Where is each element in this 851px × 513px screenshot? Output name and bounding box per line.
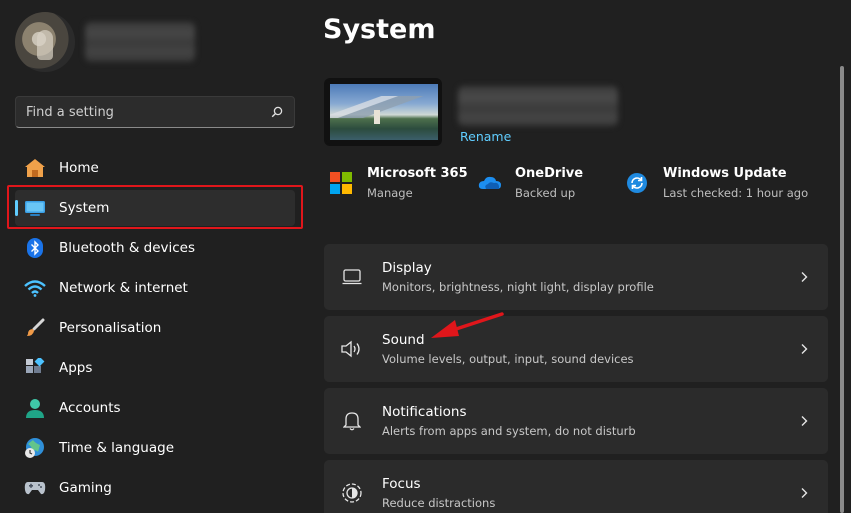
settings-card-notifications[interactable]: Notifications Alerts from apps and syste…: [324, 388, 828, 454]
sidebar-item-system[interactable]: System: [15, 190, 295, 226]
globe-clock-icon: [24, 437, 46, 459]
quick-link-windows-update[interactable]: Windows Update Last checked: 1 hour ago: [626, 166, 808, 200]
bell-icon: [341, 410, 363, 432]
quick-link-title: OneDrive: [515, 166, 584, 181]
card-subtitle: Monitors, brightness, night light, displ…: [382, 280, 654, 294]
sidebar-item-label: Network & internet: [59, 280, 188, 296]
search-icon[interactable]: [270, 105, 284, 119]
settings-card-display[interactable]: Display Monitors, brightness, night ligh…: [324, 244, 828, 310]
quick-link-subtitle: Manage: [367, 186, 413, 200]
apps-icon: [24, 357, 46, 379]
sidebar-item-time-language[interactable]: Time & language: [15, 430, 295, 466]
account-name-redacted: [85, 22, 195, 62]
chevron-right-icon: [801, 488, 808, 498]
quick-link-onedrive[interactable]: OneDrive Backed up: [478, 166, 583, 200]
sidebar-item-label: Bluetooth & devices: [59, 240, 196, 256]
sidebar-item-bluetooth[interactable]: Bluetooth & devices: [15, 230, 295, 266]
settings-card-sound[interactable]: Sound Volume levels, output, input, soun…: [324, 316, 828, 382]
main-content: System Rename Microsoft 365 Manage OneDr…: [310, 0, 851, 513]
chevron-right-icon: [801, 272, 808, 282]
quick-link-microsoft-365[interactable]: Microsoft 365 Manage: [330, 166, 468, 200]
avatar[interactable]: [15, 12, 75, 72]
microsoft-365-icon: [330, 172, 354, 196]
search-input[interactable]: [26, 104, 270, 120]
paintbrush-icon: [24, 317, 46, 339]
card-title: Display: [382, 260, 432, 276]
rename-link[interactable]: Rename: [460, 129, 511, 144]
quick-link-subtitle: Last checked: 1 hour ago: [663, 186, 809, 200]
card-title: Sound: [382, 332, 425, 348]
quick-link-title: Windows Update: [663, 166, 787, 181]
card-title: Notifications: [382, 404, 467, 420]
search-box[interactable]: [15, 96, 295, 128]
sidebar-item-label: Personalisation: [59, 320, 162, 336]
quick-link-subtitle: Backed up: [515, 186, 576, 200]
sidebar-item-label: System: [59, 200, 110, 216]
focus-icon: [341, 482, 363, 504]
card-subtitle: Volume levels, output, input, sound devi…: [382, 352, 634, 366]
gamepad-icon: [24, 477, 46, 499]
device-name-redacted: [458, 86, 618, 126]
annotation-arrow-icon: [431, 312, 504, 338]
bluetooth-icon: [24, 237, 46, 259]
sidebar-item-label: Gaming: [59, 480, 112, 496]
quick-link-title: Microsoft 365: [367, 166, 468, 181]
monitor-icon: [24, 197, 46, 219]
card-title: Focus: [382, 476, 421, 492]
sidebar: Home System Bluetooth & devices Network …: [0, 0, 310, 513]
display-icon: [341, 266, 363, 288]
sidebar-item-home[interactable]: Home: [15, 150, 295, 186]
sidebar-item-network[interactable]: Network & internet: [15, 270, 295, 306]
speaker-icon: [341, 338, 363, 360]
sidebar-item-apps[interactable]: Apps: [15, 350, 295, 386]
sidebar-item-label: Time & language: [59, 440, 175, 456]
sidebar-item-accounts[interactable]: Accounts: [15, 390, 295, 426]
sidebar-item-label: Home: [59, 160, 99, 176]
page-title: System: [323, 14, 436, 45]
sidebar-item-label: Apps: [59, 360, 93, 376]
device-wallpaper-thumbnail: [324, 78, 442, 146]
scrollbar[interactable]: [840, 66, 844, 513]
chevron-right-icon: [801, 344, 808, 354]
person-icon: [24, 397, 46, 419]
card-subtitle: Alerts from apps and system, do not dist…: [382, 424, 636, 438]
onedrive-cloud-icon: [478, 172, 502, 196]
chevron-right-icon: [801, 416, 808, 426]
home-icon: [24, 157, 46, 179]
sidebar-item-label: Accounts: [59, 400, 121, 416]
wifi-icon: [24, 277, 46, 299]
sidebar-item-personalisation[interactable]: Personalisation: [15, 310, 295, 346]
card-subtitle: Reduce distractions: [382, 496, 496, 510]
windows-update-icon: [626, 172, 650, 196]
settings-card-focus[interactable]: Focus Reduce distractions: [324, 460, 828, 513]
sidebar-item-gaming[interactable]: Gaming: [15, 470, 295, 506]
